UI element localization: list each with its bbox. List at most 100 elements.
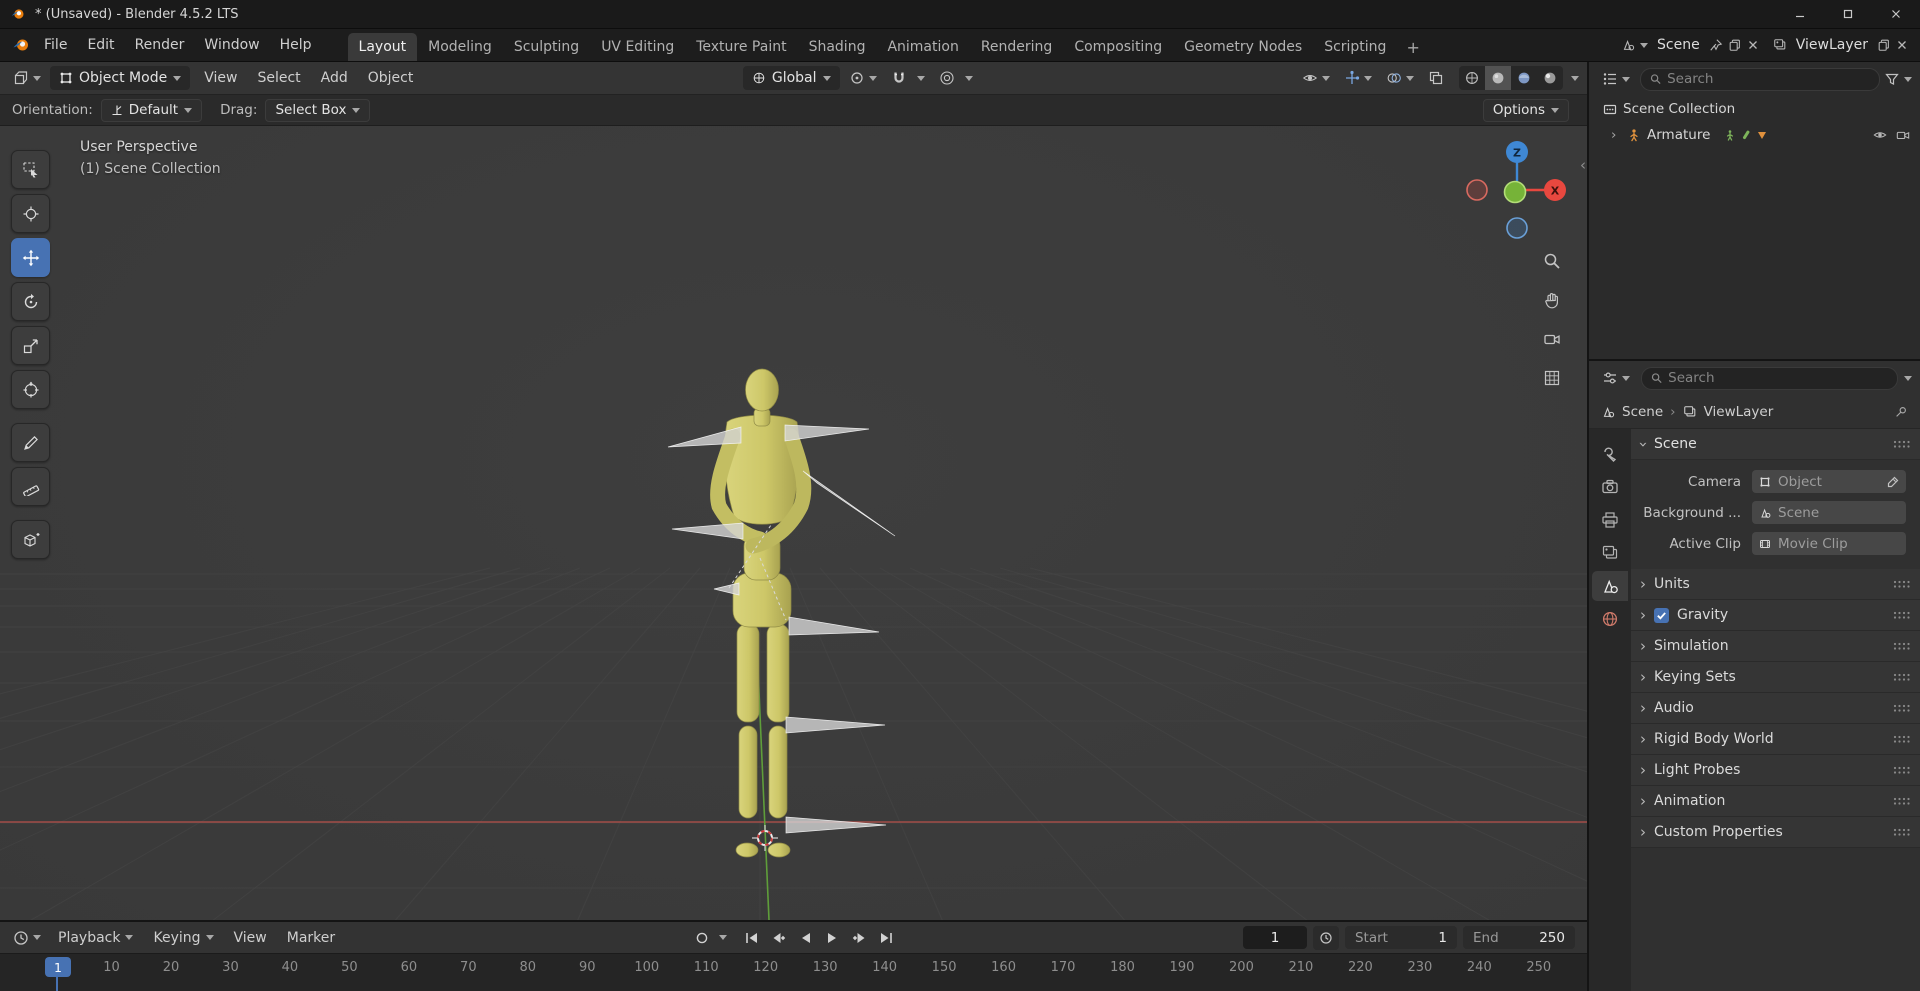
scene-name[interactable]: Scene	[1657, 37, 1700, 53]
blender-menu-logo-icon[interactable]	[12, 36, 30, 54]
scene-selector[interactable]: Scene	[1621, 37, 1759, 53]
section-animation[interactable]: › Animation	[1631, 786, 1920, 817]
overlays-dropdown[interactable]	[1381, 66, 1419, 90]
pan-hand-button[interactable]	[1539, 287, 1565, 313]
xray-toggle[interactable]	[1423, 66, 1449, 90]
toggle-ortho-button[interactable]	[1539, 365, 1565, 391]
frame-start-field[interactable]: Start 1	[1344, 926, 1457, 949]
expand-arrow-icon[interactable]: ›	[1611, 127, 1621, 143]
background-scene-field[interactable]: Scene	[1752, 501, 1906, 524]
visibility-eye-icon[interactable]	[1873, 128, 1887, 142]
outliner-row-scene-collection[interactable]: Scene Collection	[1589, 96, 1920, 122]
new-viewlayer-icon[interactable]	[1877, 38, 1891, 52]
editor-type-selector[interactable]	[8, 66, 46, 90]
menu-window[interactable]: Window	[194, 29, 269, 61]
tab-world-properties[interactable]	[1592, 604, 1628, 634]
unlink-scene-icon[interactable]	[1747, 39, 1759, 51]
snapping-dropdown[interactable]	[912, 66, 930, 90]
pivot-point-dropdown[interactable]	[844, 66, 882, 90]
timeline-editor-type-selector[interactable]	[8, 926, 46, 950]
scene-collection-label[interactable]: Scene Collection	[1623, 101, 1735, 117]
play-reverse-button[interactable]	[793, 926, 818, 949]
viewlayer-selector[interactable]: ViewLayer	[1773, 37, 1908, 53]
preview-range-toggle[interactable]	[1312, 925, 1339, 950]
workspace-tab-texture-paint[interactable]: Texture Paint	[685, 33, 797, 61]
properties-search-input[interactable]	[1668, 370, 1888, 386]
section-simulation[interactable]: › Simulation	[1631, 631, 1920, 662]
remove-viewlayer-icon[interactable]	[1896, 39, 1908, 51]
movie-clip-field[interactable]: Movie Clip	[1752, 532, 1906, 555]
timeline-menu-keying[interactable]: Keying	[143, 921, 223, 954]
timeline-ruler[interactable]: 10 20 30 40 50 60 70 80 90 100 110 120 130 140 150 160 1…	[0, 953, 1587, 991]
camera-view-button[interactable]	[1539, 326, 1565, 352]
section-custom-properties[interactable]: › Custom Properties	[1631, 817, 1920, 848]
add-workspace-button[interactable]: +	[1397, 33, 1428, 61]
auto-keying-caret-icon[interactable]	[718, 935, 727, 940]
options-dropdown[interactable]: Options	[1482, 98, 1569, 122]
workspace-tab-geometry-nodes[interactable]: Geometry Nodes	[1173, 33, 1313, 61]
menu-render[interactable]: Render	[125, 29, 195, 61]
axis-neg-x-ball[interactable]	[1466, 179, 1488, 201]
timeline-menu-view[interactable]: View	[224, 921, 277, 954]
timeline-menu-playback[interactable]: Playback	[48, 921, 143, 954]
breadcrumb-viewlayer[interactable]: ViewLayer	[1704, 404, 1774, 420]
workspace-tab-compositing[interactable]: Compositing	[1063, 33, 1173, 61]
tool-annotate[interactable]	[11, 423, 50, 462]
gravity-checkbox[interactable]	[1654, 607, 1669, 623]
section-audio[interactable]: › Audio	[1631, 693, 1920, 724]
minimize-button[interactable]	[1776, 0, 1824, 28]
tool-measure[interactable]	[11, 467, 50, 506]
armature-label[interactable]: Armature	[1647, 127, 1710, 143]
orientation-default-dropdown[interactable]: Default	[100, 98, 203, 122]
proportional-editing-toggle[interactable]	[934, 66, 960, 90]
auto-keying-toggle[interactable]	[690, 926, 715, 949]
shading-solid-button[interactable]	[1485, 66, 1511, 90]
workspace-tab-layout[interactable]: Layout	[347, 33, 418, 61]
proportional-dropdown[interactable]	[960, 66, 978, 90]
menu-file[interactable]: File	[34, 29, 77, 61]
triangle-badge-icon[interactable]	[1756, 129, 1768, 141]
jump-to-start-button[interactable]	[739, 926, 764, 949]
tab-viewlayer-properties[interactable]	[1592, 538, 1628, 568]
outliner-row-armature[interactable]: › Armature	[1589, 122, 1920, 148]
region-collapse-arrow[interactable]: ‹	[1580, 156, 1586, 174]
workspace-tab-rendering[interactable]: Rendering	[970, 33, 1064, 61]
section-gravity[interactable]: › Gravity	[1631, 600, 1920, 631]
viewport-menu-select[interactable]: Select	[247, 62, 310, 94]
shading-rendered-button[interactable]	[1537, 66, 1563, 90]
shading-dropdown-caret-icon[interactable]	[1571, 75, 1579, 81]
drag-mode-dropdown[interactable]: Select Box	[265, 98, 371, 122]
scene-panel-header[interactable]: › Scene	[1631, 429, 1920, 460]
jump-to-end-button[interactable]	[874, 926, 899, 949]
tool-cursor[interactable]	[11, 194, 50, 233]
workspace-tab-shading[interactable]: Shading	[798, 33, 877, 61]
tab-tool-properties[interactable]	[1592, 439, 1628, 469]
menu-edit[interactable]: Edit	[77, 29, 124, 61]
prev-keyframe-button[interactable]	[766, 926, 791, 949]
current-frame-field[interactable]: 1	[1242, 926, 1307, 949]
viewport-canvas[interactable]	[0, 126, 1587, 920]
workspace-tab-scripting[interactable]: Scripting	[1313, 33, 1397, 61]
tool-scale[interactable]	[11, 326, 50, 365]
pin-icon[interactable]	[1894, 405, 1908, 419]
pose-bone-icon[interactable]	[1740, 129, 1752, 141]
playhead-marker[interactable]: 1	[45, 957, 71, 977]
axis-neg-z-ball[interactable]	[1506, 217, 1528, 239]
snap-toggle[interactable]	[886, 66, 912, 90]
tab-scene-properties[interactable]	[1592, 571, 1628, 601]
axis-y-ball[interactable]	[1503, 180, 1527, 204]
pin-icon[interactable]	[1709, 38, 1723, 52]
play-button[interactable]	[820, 926, 845, 949]
viewport-menu-object[interactable]: Object	[358, 62, 424, 94]
tab-render-properties[interactable]	[1592, 472, 1628, 502]
tool-rotate[interactable]	[11, 282, 50, 321]
menu-help[interactable]: Help	[270, 29, 322, 61]
mode-select[interactable]: Object Mode	[50, 66, 191, 90]
frame-end-field[interactable]: End 250	[1462, 926, 1575, 949]
maximize-button[interactable]	[1824, 0, 1872, 28]
camera-object-field[interactable]: Object	[1752, 470, 1906, 493]
workspace-tab-sculpting[interactable]: Sculpting	[503, 33, 590, 61]
tab-output-properties[interactable]	[1592, 505, 1628, 535]
workspace-tab-modeling[interactable]: Modeling	[417, 33, 503, 61]
tool-transform[interactable]	[11, 370, 50, 409]
